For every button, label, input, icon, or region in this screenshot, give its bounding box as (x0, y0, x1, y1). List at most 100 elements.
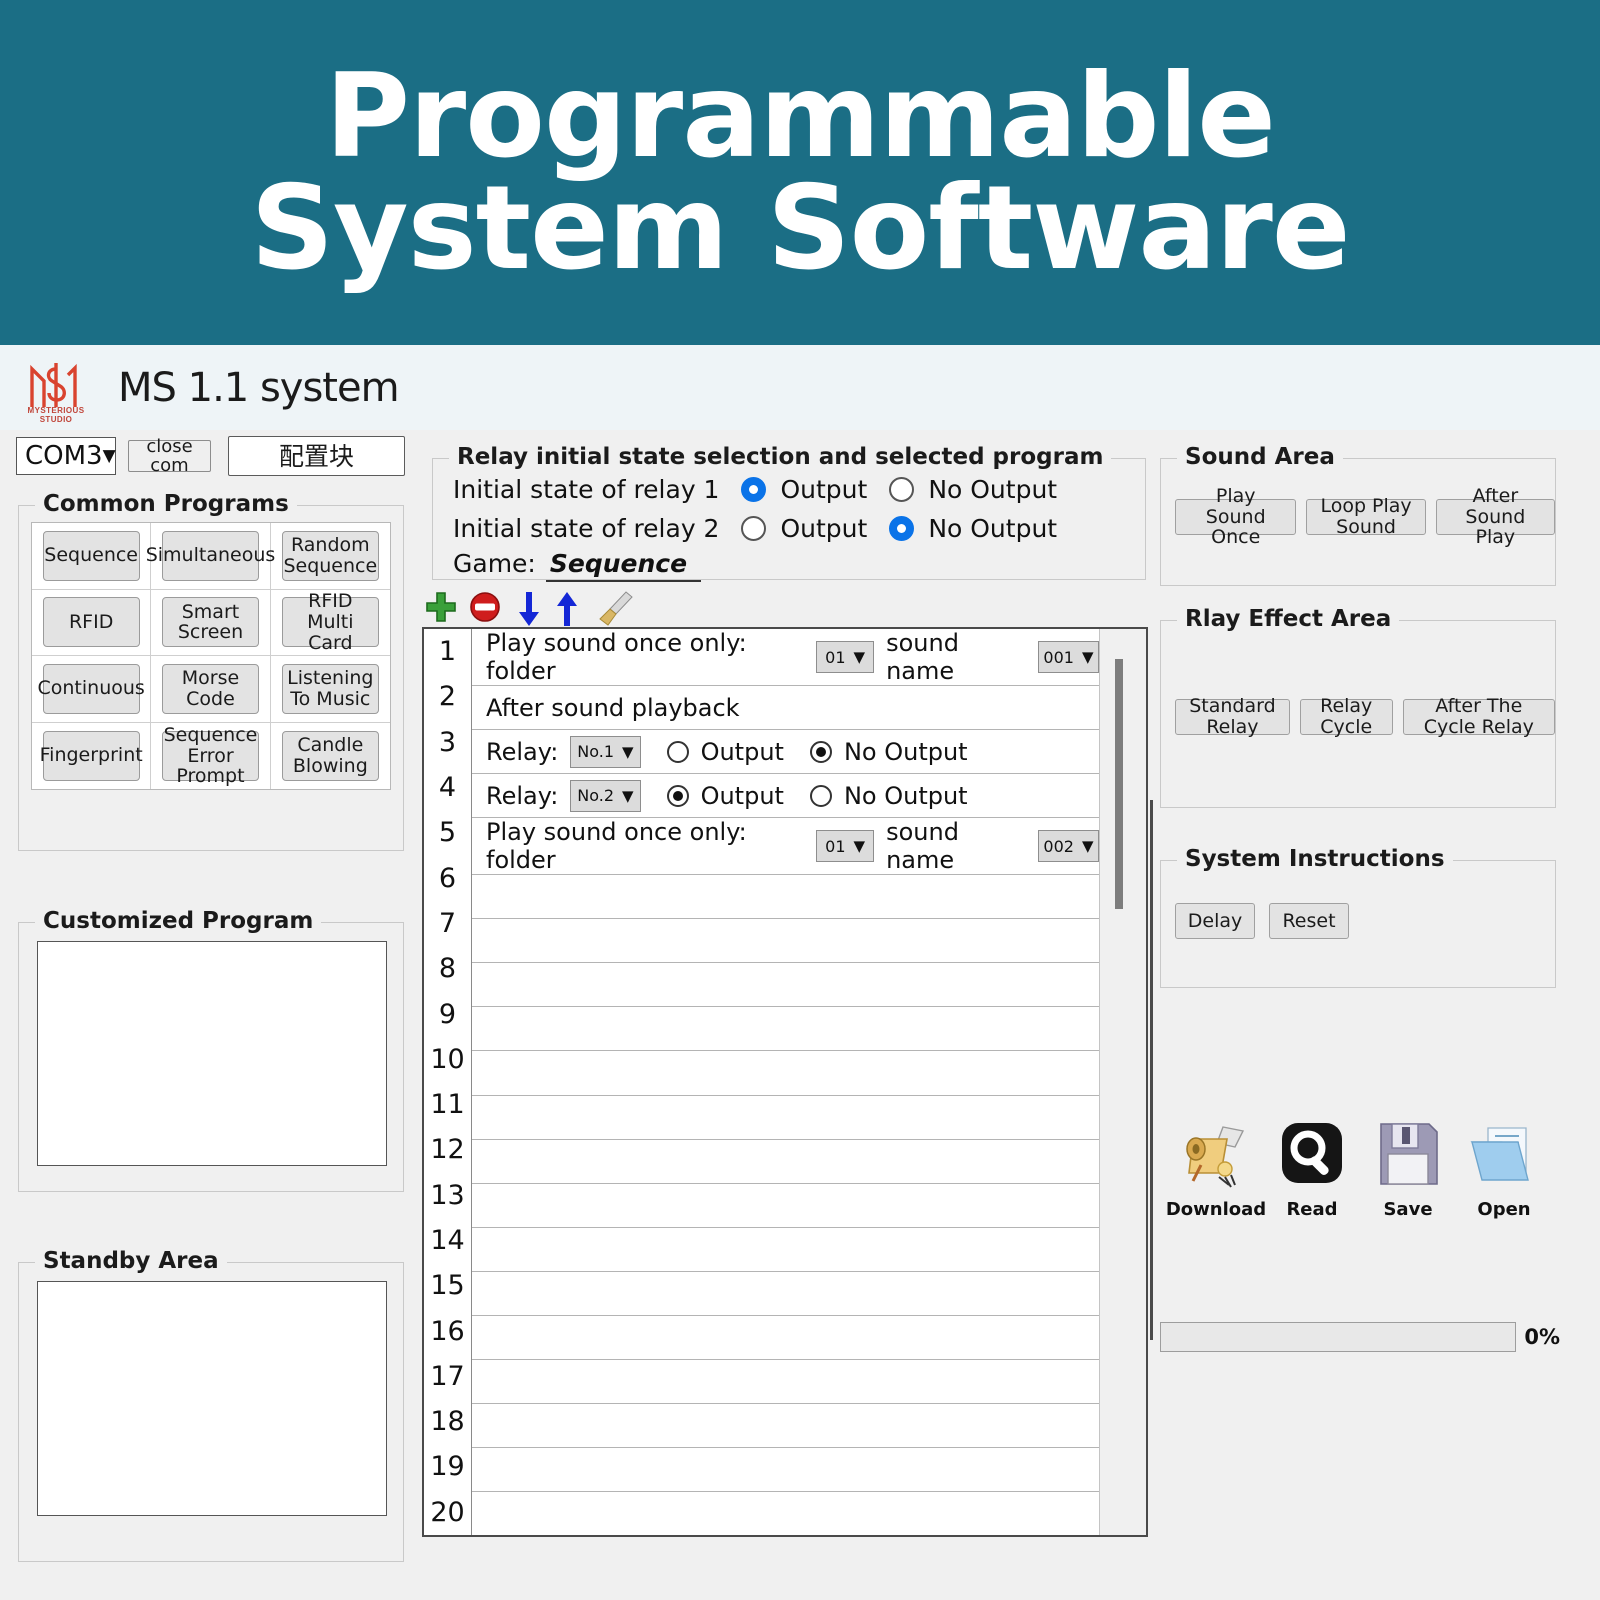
program-row[interactable] (472, 963, 1099, 1008)
common-program-button[interactable]: Simultaneous (146, 530, 275, 581)
row-number: 2 (438, 681, 457, 713)
relay1-no-output-radio[interactable] (889, 477, 915, 502)
list-scrollbar[interactable] (1099, 629, 1146, 1535)
program-row[interactable]: Play sound once only: folder 01 ▼ sound nam… (472, 629, 1100, 686)
row-number: 12 (430, 1134, 465, 1166)
relay2-no-output-radio[interactable] (889, 516, 915, 541)
program-row[interactable] (472, 1316, 1099, 1360)
download-button[interactable]: Download (1166, 1115, 1266, 1220)
close-com-button[interactable]: close com (128, 436, 211, 475)
common-program-button[interactable]: Fingerprint (40, 730, 143, 781)
rlay-effect-button[interactable]: After The Cycle Relay (1402, 696, 1555, 737)
common-program-button[interactable]: Random Sequence (281, 530, 379, 581)
relay-output-radio[interactable] (666, 740, 689, 763)
rlay-effect-button[interactable]: Relay Cycle (1299, 696, 1393, 737)
folder-select[interactable]: 01 ▼ (816, 830, 875, 863)
relay1-no-output-label: No Output (928, 475, 1058, 504)
common-program-button[interactable]: Morse Code (161, 663, 259, 714)
plus-icon[interactable] (424, 590, 458, 629)
sound-name-text: sound name (886, 629, 959, 685)
common-program-cell: Listening To Music (270, 656, 390, 723)
row-number: 8 (438, 953, 457, 985)
sound-name-select[interactable]: 001 ▼ (1037, 641, 1100, 673)
game-value[interactable]: Sequence (545, 549, 702, 582)
row-number: 19 (430, 1451, 465, 1483)
program-row[interactable] (472, 1096, 1099, 1140)
open-folder-icon (1468, 1115, 1540, 1193)
system-instructions-legend: System Instructions (1177, 846, 1453, 872)
common-program-cell: RFID (32, 589, 152, 656)
relay-no-output-radio[interactable] (809, 740, 832, 763)
file-actions: Download Read Save Open (1166, 1100, 1550, 1220)
program-row[interactable]: Play sound once only: folder 01 ▼ sound nam… (472, 818, 1100, 876)
app-logo-icon: MYSTERIOUS STUDIO (22, 355, 90, 424)
row-number: 4 (438, 772, 457, 804)
list-scrollbar-thumb[interactable] (1115, 659, 1123, 909)
common-program-button[interactable]: RFID Multi Card (281, 591, 379, 653)
program-row[interactable] (472, 1272, 1099, 1316)
folder-select[interactable]: 01 ▼ (816, 641, 875, 673)
program-row[interactable] (472, 1007, 1099, 1052)
common-program-button[interactable]: Smart Screen (161, 597, 259, 648)
program-row[interactable]: After sound playback (472, 686, 1099, 731)
sound-area-button[interactable]: Loop Play Sound (1306, 496, 1426, 537)
program-row[interactable] (472, 919, 1099, 964)
common-program-cell: Sequence Error Prompt (151, 722, 271, 789)
system-instruction-button[interactable]: Delay (1175, 903, 1255, 939)
program-row[interactable] (472, 1184, 1099, 1228)
program-row[interactable] (472, 1448, 1099, 1493)
program-row[interactable] (472, 1360, 1099, 1404)
program-row[interactable] (472, 1228, 1099, 1272)
program-row[interactable] (472, 1404, 1099, 1448)
relay-number-select[interactable]: No.2 ▼ (570, 779, 641, 812)
save-button[interactable]: Save (1362, 1115, 1454, 1220)
common-program-button[interactable]: Sequence Error Prompt (161, 725, 259, 786)
chevron-down-icon: ▼ (622, 786, 634, 805)
relay2-output-radio[interactable] (741, 516, 767, 541)
chevron-down-icon: ▼ (853, 837, 866, 856)
relay-no-output-radio[interactable] (809, 784, 832, 807)
common-programs-legend: Common Programs (35, 491, 297, 517)
program-row[interactable] (472, 1051, 1099, 1096)
relay-output-radio[interactable] (666, 784, 689, 807)
program-row[interactable] (472, 1492, 1099, 1535)
common-program-button[interactable]: Sequence (42, 530, 140, 581)
open-button[interactable]: Open (1458, 1115, 1550, 1220)
chevron-down-icon: ▼ (622, 742, 634, 761)
common-program-button[interactable]: Candle Blowing (281, 730, 379, 781)
common-program-cell: Continuous (32, 656, 152, 723)
relay-output-label: Output (700, 781, 784, 810)
rlay-effect-button[interactable]: Standard Relay (1175, 696, 1290, 737)
standby-area-box[interactable] (37, 1281, 387, 1516)
common-program-button[interactable]: Continuous (38, 663, 145, 714)
minus-circle-icon[interactable] (468, 590, 502, 629)
customized-program-area[interactable] (37, 941, 387, 1166)
sound-area-buttons: Play Sound Once Loop Play Sound After Soun… (1175, 486, 1555, 548)
relay-no-output-label: No Output (843, 737, 968, 766)
com-port-select[interactable]: COM3 ▼ (16, 437, 116, 475)
common-program-cell: RFID Multi Card (270, 590, 390, 656)
relay2-row: Initial state of relay 2 Output No Outpu… (453, 514, 1057, 543)
rlay-effect-area-group: Rlay Effect Area Standard Relay Relay Cyc… (1160, 606, 1556, 808)
program-row[interactable]: Relay: No.1 ▼ Output No Output (472, 730, 1099, 775)
com-port-value: COM3 (25, 441, 103, 471)
system-instruction-button[interactable]: Reset (1269, 903, 1349, 939)
sound-area-button[interactable]: After Sound Play (1435, 486, 1555, 548)
relay-number-select[interactable]: No.1 ▼ (570, 735, 641, 768)
program-row[interactable]: Relay: No.2 ▼ Output No Output (472, 774, 1099, 819)
read-button[interactable]: Read (1266, 1115, 1358, 1220)
program-row[interactable] (472, 1140, 1099, 1184)
program-list[interactable]: 1 2 3 4 5 6 7 8 9 10 11 12 13 14 15 16 17 18 19 20 Play sou… (422, 627, 1148, 1537)
row-number: 15 (430, 1270, 465, 1302)
common-program-button[interactable]: RFID (42, 597, 140, 648)
config-block-button[interactable]: 配置块 (228, 436, 405, 476)
common-program-button[interactable]: Listening To Music (281, 663, 379, 714)
row-number: 9 (438, 998, 457, 1030)
program-row[interactable] (472, 875, 1099, 920)
sound-area-button[interactable]: Play Sound Once (1175, 486, 1297, 548)
relay1-output-radio[interactable] (741, 477, 767, 502)
sound-name-select[interactable]: 002 ▼ (1037, 830, 1100, 863)
relay1-output-label: Output (780, 475, 868, 504)
progress-row: 0% (1160, 1320, 1560, 1354)
folder-select-value: 01 (825, 647, 846, 667)
